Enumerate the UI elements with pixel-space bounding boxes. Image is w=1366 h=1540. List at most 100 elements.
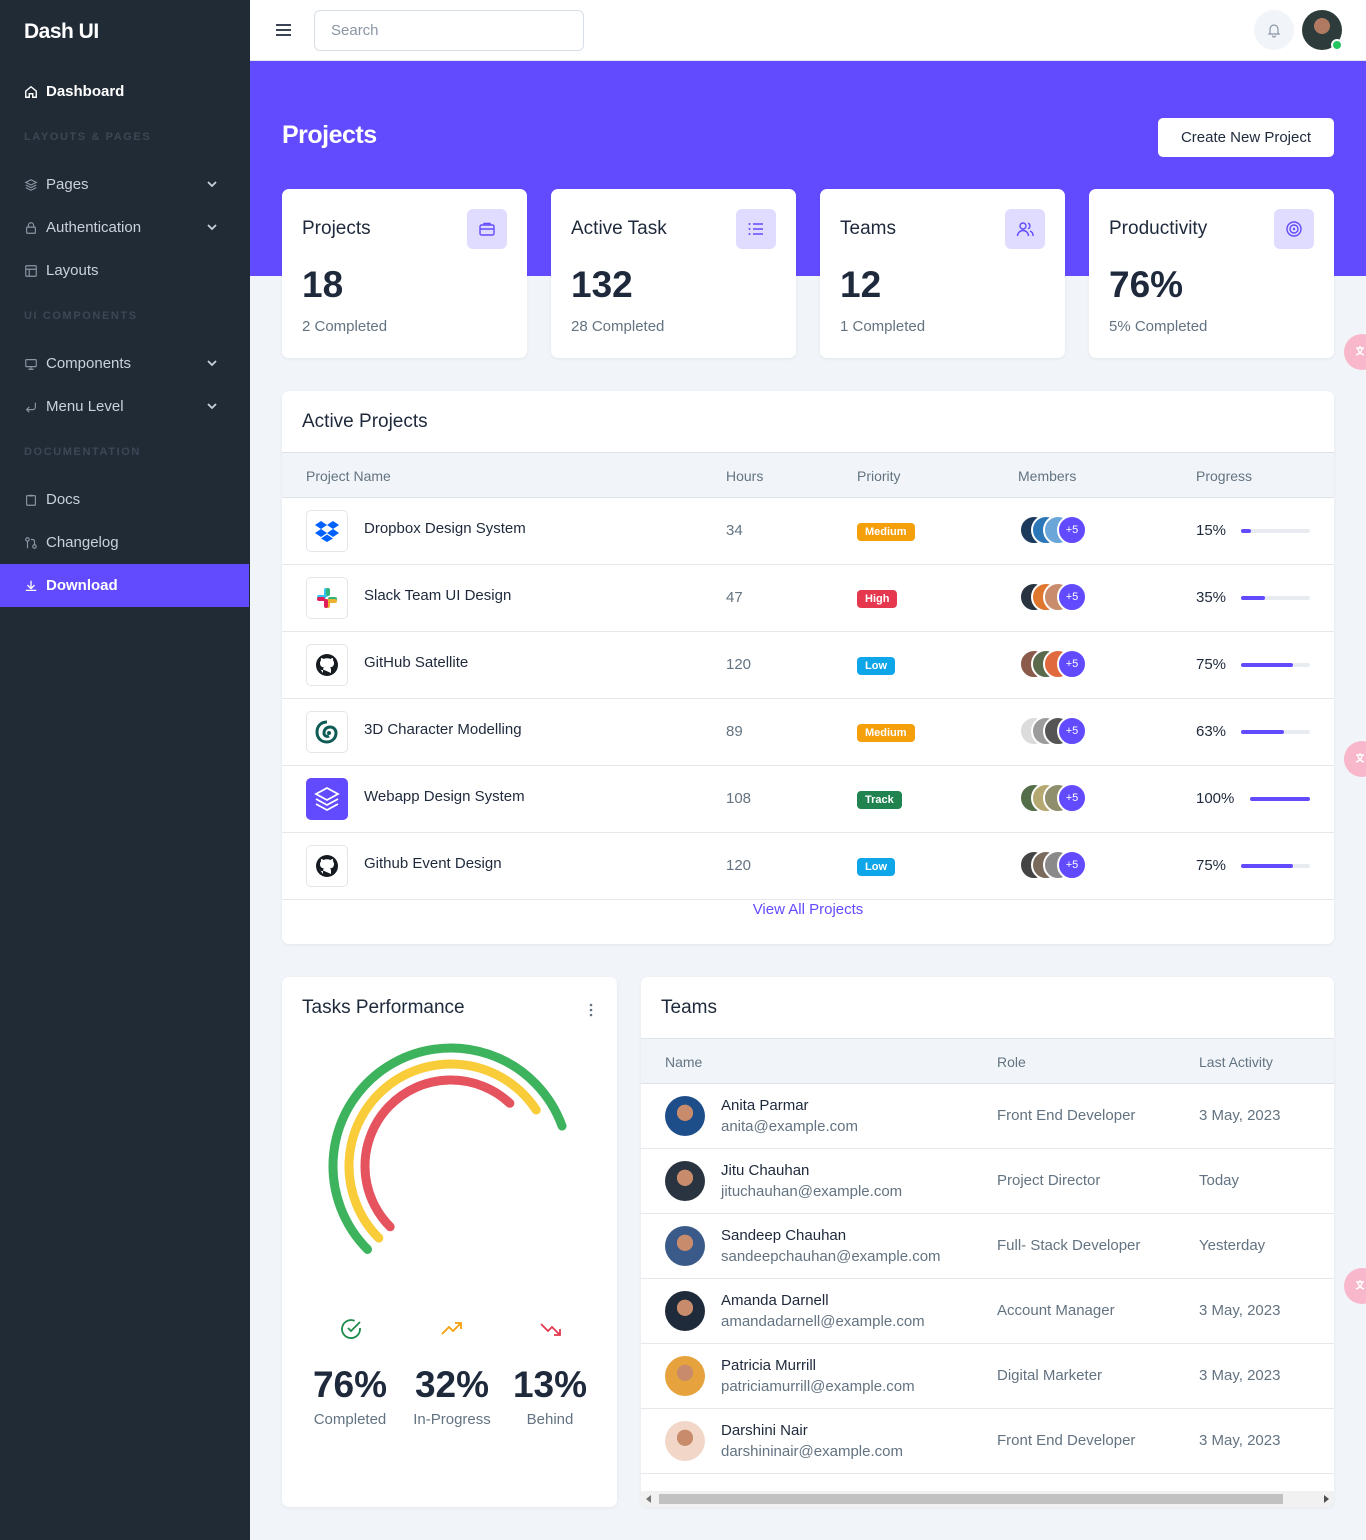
performance-radial-chart xyxy=(328,1043,567,1254)
sidebar-item-label: Layouts xyxy=(46,262,99,279)
target-icon xyxy=(1274,209,1314,249)
table-row[interactable]: Darshini Nair darshininair@example.com Fro… xyxy=(641,1409,1334,1474)
list-icon xyxy=(736,209,776,249)
horizontal-scrollbar[interactable] xyxy=(641,1491,1334,1507)
metric-value: 76% xyxy=(312,1364,388,1405)
user-avatar[interactable] xyxy=(1302,10,1343,51)
floating-translate-button[interactable] xyxy=(1344,334,1366,370)
more-vertical-icon[interactable] xyxy=(589,1003,593,1017)
table-row[interactable]: Patricia Murrill patriciamurrill@example.… xyxy=(641,1344,1334,1409)
stat-card-teams: Teams 12 1 Completed xyxy=(820,189,1065,358)
member-email: jituchauhan@example.com xyxy=(721,1183,903,1200)
translate-icon xyxy=(1355,753,1365,763)
sidebar-item-components[interactable]: Components xyxy=(0,342,249,385)
project-name[interactable]: GitHub Satellite xyxy=(364,654,468,671)
stat-value: 12 xyxy=(840,264,882,305)
chevron-down-icon xyxy=(207,181,217,188)
column-header: Progress xyxy=(1196,468,1253,484)
table-row[interactable]: GitHub Satellite 120 Low +5 75% xyxy=(282,632,1334,699)
member-last-activity: 3 May, 2023 xyxy=(1199,1432,1281,1449)
project-name[interactable]: 3D Character Modelling xyxy=(364,721,522,738)
sidebar-item-authentication[interactable]: Authentication xyxy=(0,206,249,249)
table-row[interactable]: Anita Parmar anita@example.com Front End D… xyxy=(641,1084,1334,1149)
member-email: amandadarnell@example.com xyxy=(721,1313,925,1330)
project-name[interactable]: Webapp Design System xyxy=(364,788,525,805)
floating-translate-button[interactable] xyxy=(1344,741,1366,777)
project-name[interactable]: Github Event Design xyxy=(364,855,502,872)
avatar xyxy=(665,1226,705,1266)
metric-value: 32% xyxy=(414,1364,490,1405)
member-name[interactable]: Anita Parmar xyxy=(721,1097,809,1114)
table-row[interactable]: Sandeep Chauhan sandeepchauhan@example.co… xyxy=(641,1214,1334,1279)
members-avatar-group[interactable]: +5 xyxy=(1019,850,1099,880)
members-avatar-group[interactable]: +5 xyxy=(1019,582,1099,612)
member-name[interactable]: Darshini Nair xyxy=(721,1422,808,1439)
table-row[interactable]: Jitu Chauhan jituchauhan@example.com Proje… xyxy=(641,1149,1334,1214)
briefcase-icon xyxy=(467,209,507,249)
priority-badge: Medium xyxy=(857,724,915,742)
sidebar-item-dashboard[interactable]: Dashboard xyxy=(0,70,249,113)
member-last-activity: 3 May, 2023 xyxy=(1199,1367,1281,1384)
sidebar-item-pages[interactable]: Pages xyxy=(0,163,249,206)
member-last-activity: 3 May, 2023 xyxy=(1199,1107,1281,1124)
member-name[interactable]: Patricia Murrill xyxy=(721,1357,816,1374)
progress-percent: 63% xyxy=(1196,723,1227,740)
table-row[interactable]: Github Event Design 120 Low +5 75% xyxy=(282,833,1334,900)
floating-translate-button[interactable] xyxy=(1344,1268,1366,1304)
card-title: Tasks Performance xyxy=(302,997,465,1018)
brand-logo[interactable]: Dash UI xyxy=(24,20,99,44)
layout-icon xyxy=(25,264,37,277)
layers-icon xyxy=(306,778,348,820)
table-row[interactable]: 3D Character Modelling 89 Medium +5 63% xyxy=(282,699,1334,766)
more-members-badge: +5 xyxy=(1057,582,1087,612)
3d-icon xyxy=(306,711,348,753)
github-icon xyxy=(306,845,348,887)
member-role: Front End Developer xyxy=(997,1107,1136,1124)
tasks-performance-card: Tasks Performance 76% 32% 13% Completed … xyxy=(282,977,617,1507)
member-name[interactable]: Sandeep Chauhan xyxy=(721,1227,846,1244)
trending-down-icon xyxy=(540,1323,561,1336)
project-name[interactable]: Slack Team UI Design xyxy=(364,587,511,604)
chevron-down-icon xyxy=(207,224,217,231)
view-all-projects-link[interactable]: View All Projects xyxy=(282,901,1334,918)
metric-label: In-Progress xyxy=(413,1411,491,1428)
scroll-left-icon[interactable] xyxy=(646,1495,651,1503)
members-avatar-group[interactable]: +5 xyxy=(1019,783,1099,813)
scrollbar-thumb[interactable] xyxy=(659,1494,1283,1504)
table-row[interactable]: Slack Team UI Design 47 High +5 35% xyxy=(282,565,1334,632)
project-hours: 120 xyxy=(726,857,752,874)
priority-badge: Low xyxy=(857,858,895,876)
notifications-button[interactable] xyxy=(1254,10,1294,50)
members-avatar-group[interactable]: +5 xyxy=(1019,515,1099,545)
git-pull-request-icon xyxy=(25,536,37,549)
stat-label: Active Task xyxy=(571,218,667,239)
progress-bar-fill xyxy=(1241,864,1293,868)
member-name[interactable]: Jitu Chauhan xyxy=(721,1162,809,1179)
metric-label: Behind xyxy=(526,1411,574,1428)
sidebar-item-layouts[interactable]: Layouts xyxy=(0,249,249,292)
progress-bar xyxy=(1241,663,1310,667)
sidebar-item-download[interactable]: Download xyxy=(0,564,249,607)
sidebar-item-changelog[interactable]: Changelog xyxy=(0,521,249,564)
scroll-right-icon[interactable] xyxy=(1324,1495,1329,1503)
member-role: Digital Marketer xyxy=(997,1367,1103,1384)
stat-value: 18 xyxy=(302,264,344,305)
create-project-button[interactable]: Create New Project xyxy=(1158,118,1334,157)
stat-label: Productivity xyxy=(1109,218,1208,239)
sidebar-item-menu-level[interactable]: Menu Level xyxy=(0,385,249,428)
members-avatar-group[interactable]: +5 xyxy=(1019,649,1099,679)
search-input[interactable] xyxy=(314,10,584,51)
members-avatar-group[interactable]: +5 xyxy=(1019,716,1099,746)
teams-card: Teams Name Role Last Activity Anita Parm… xyxy=(641,977,1334,1507)
chevron-down-icon xyxy=(207,403,217,410)
progress-bar-fill xyxy=(1241,529,1252,533)
table-row[interactable]: Dropbox Design System 34 Medium +5 15% xyxy=(282,498,1334,565)
project-name[interactable]: Dropbox Design System xyxy=(364,520,526,537)
member-role: Account Manager xyxy=(997,1302,1115,1319)
table-row[interactable]: Webapp Design System 108 Track +5 100% xyxy=(282,766,1334,833)
progress-bar xyxy=(1250,797,1310,801)
member-name[interactable]: Amanda Darnell xyxy=(721,1292,829,1309)
menu-toggle-icon[interactable] xyxy=(275,22,292,38)
sidebar-item-docs[interactable]: Docs xyxy=(0,478,249,521)
table-row[interactable]: Amanda Darnell amandadarnell@example.com A… xyxy=(641,1279,1334,1344)
